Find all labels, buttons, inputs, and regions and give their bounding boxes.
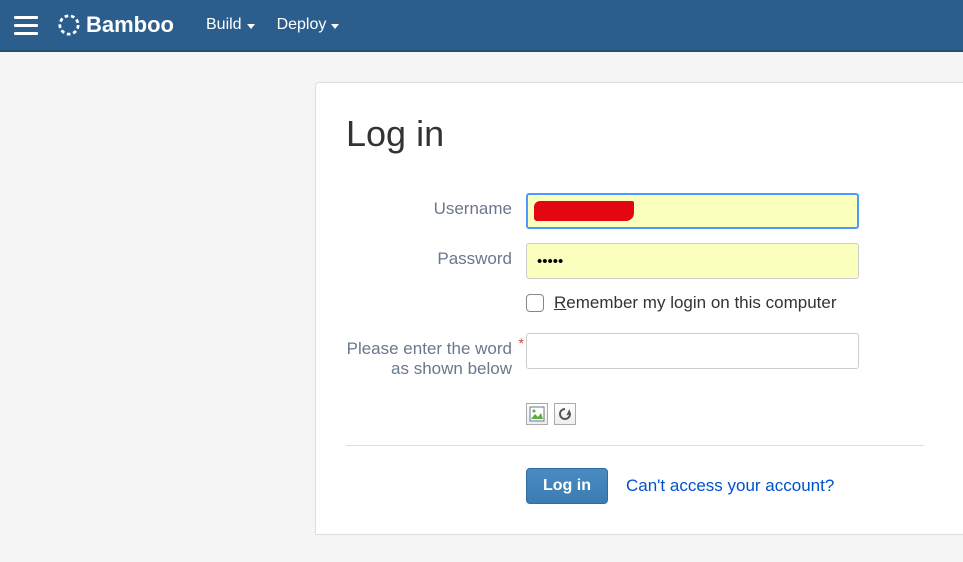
remember-row: Remember my login on this computer	[526, 293, 924, 313]
username-row: Username	[346, 193, 924, 229]
required-asterisk: *	[519, 335, 524, 351]
captcha-label: Please enter the word as shown below*	[346, 333, 526, 379]
bamboo-logo-icon	[58, 14, 80, 36]
username-input[interactable]	[526, 193, 859, 229]
captcha-image-icon[interactable]	[526, 403, 548, 425]
chevron-down-icon	[331, 24, 339, 29]
form-actions: Log in Can't access your account?	[526, 468, 924, 504]
divider	[346, 445, 924, 446]
captcha-row: Please enter the word as shown below*	[346, 333, 924, 379]
top-nav: Bamboo Build Deploy	[0, 0, 963, 52]
chevron-down-icon	[247, 24, 255, 29]
nav-build-label: Build	[206, 16, 242, 34]
captcha-controls	[526, 403, 924, 425]
remember-label[interactable]: Remember my login on this computer	[554, 293, 837, 313]
page-title: Log in	[346, 113, 924, 155]
nav-build[interactable]: Build	[206, 16, 255, 34]
password-label: Password	[346, 243, 526, 269]
username-label: Username	[346, 193, 526, 219]
captcha-input[interactable]	[526, 333, 859, 369]
login-card: Log in Username Password Remember my log…	[315, 82, 963, 535]
nav-deploy[interactable]: Deploy	[277, 16, 340, 34]
refresh-icon[interactable]	[554, 403, 576, 425]
remember-checkbox[interactable]	[526, 294, 544, 312]
nav-menu: Build Deploy	[206, 16, 339, 34]
brand-text: Bamboo	[86, 12, 174, 38]
password-input[interactable]	[526, 243, 859, 279]
content: Log in Username Password Remember my log…	[0, 52, 963, 535]
password-row: Password	[346, 243, 924, 279]
nav-deploy-label: Deploy	[277, 16, 327, 34]
brand-logo[interactable]: Bamboo	[58, 12, 174, 38]
forgot-link[interactable]: Can't access your account?	[626, 476, 834, 496]
menu-icon[interactable]	[12, 11, 40, 39]
login-button[interactable]: Log in	[526, 468, 608, 504]
